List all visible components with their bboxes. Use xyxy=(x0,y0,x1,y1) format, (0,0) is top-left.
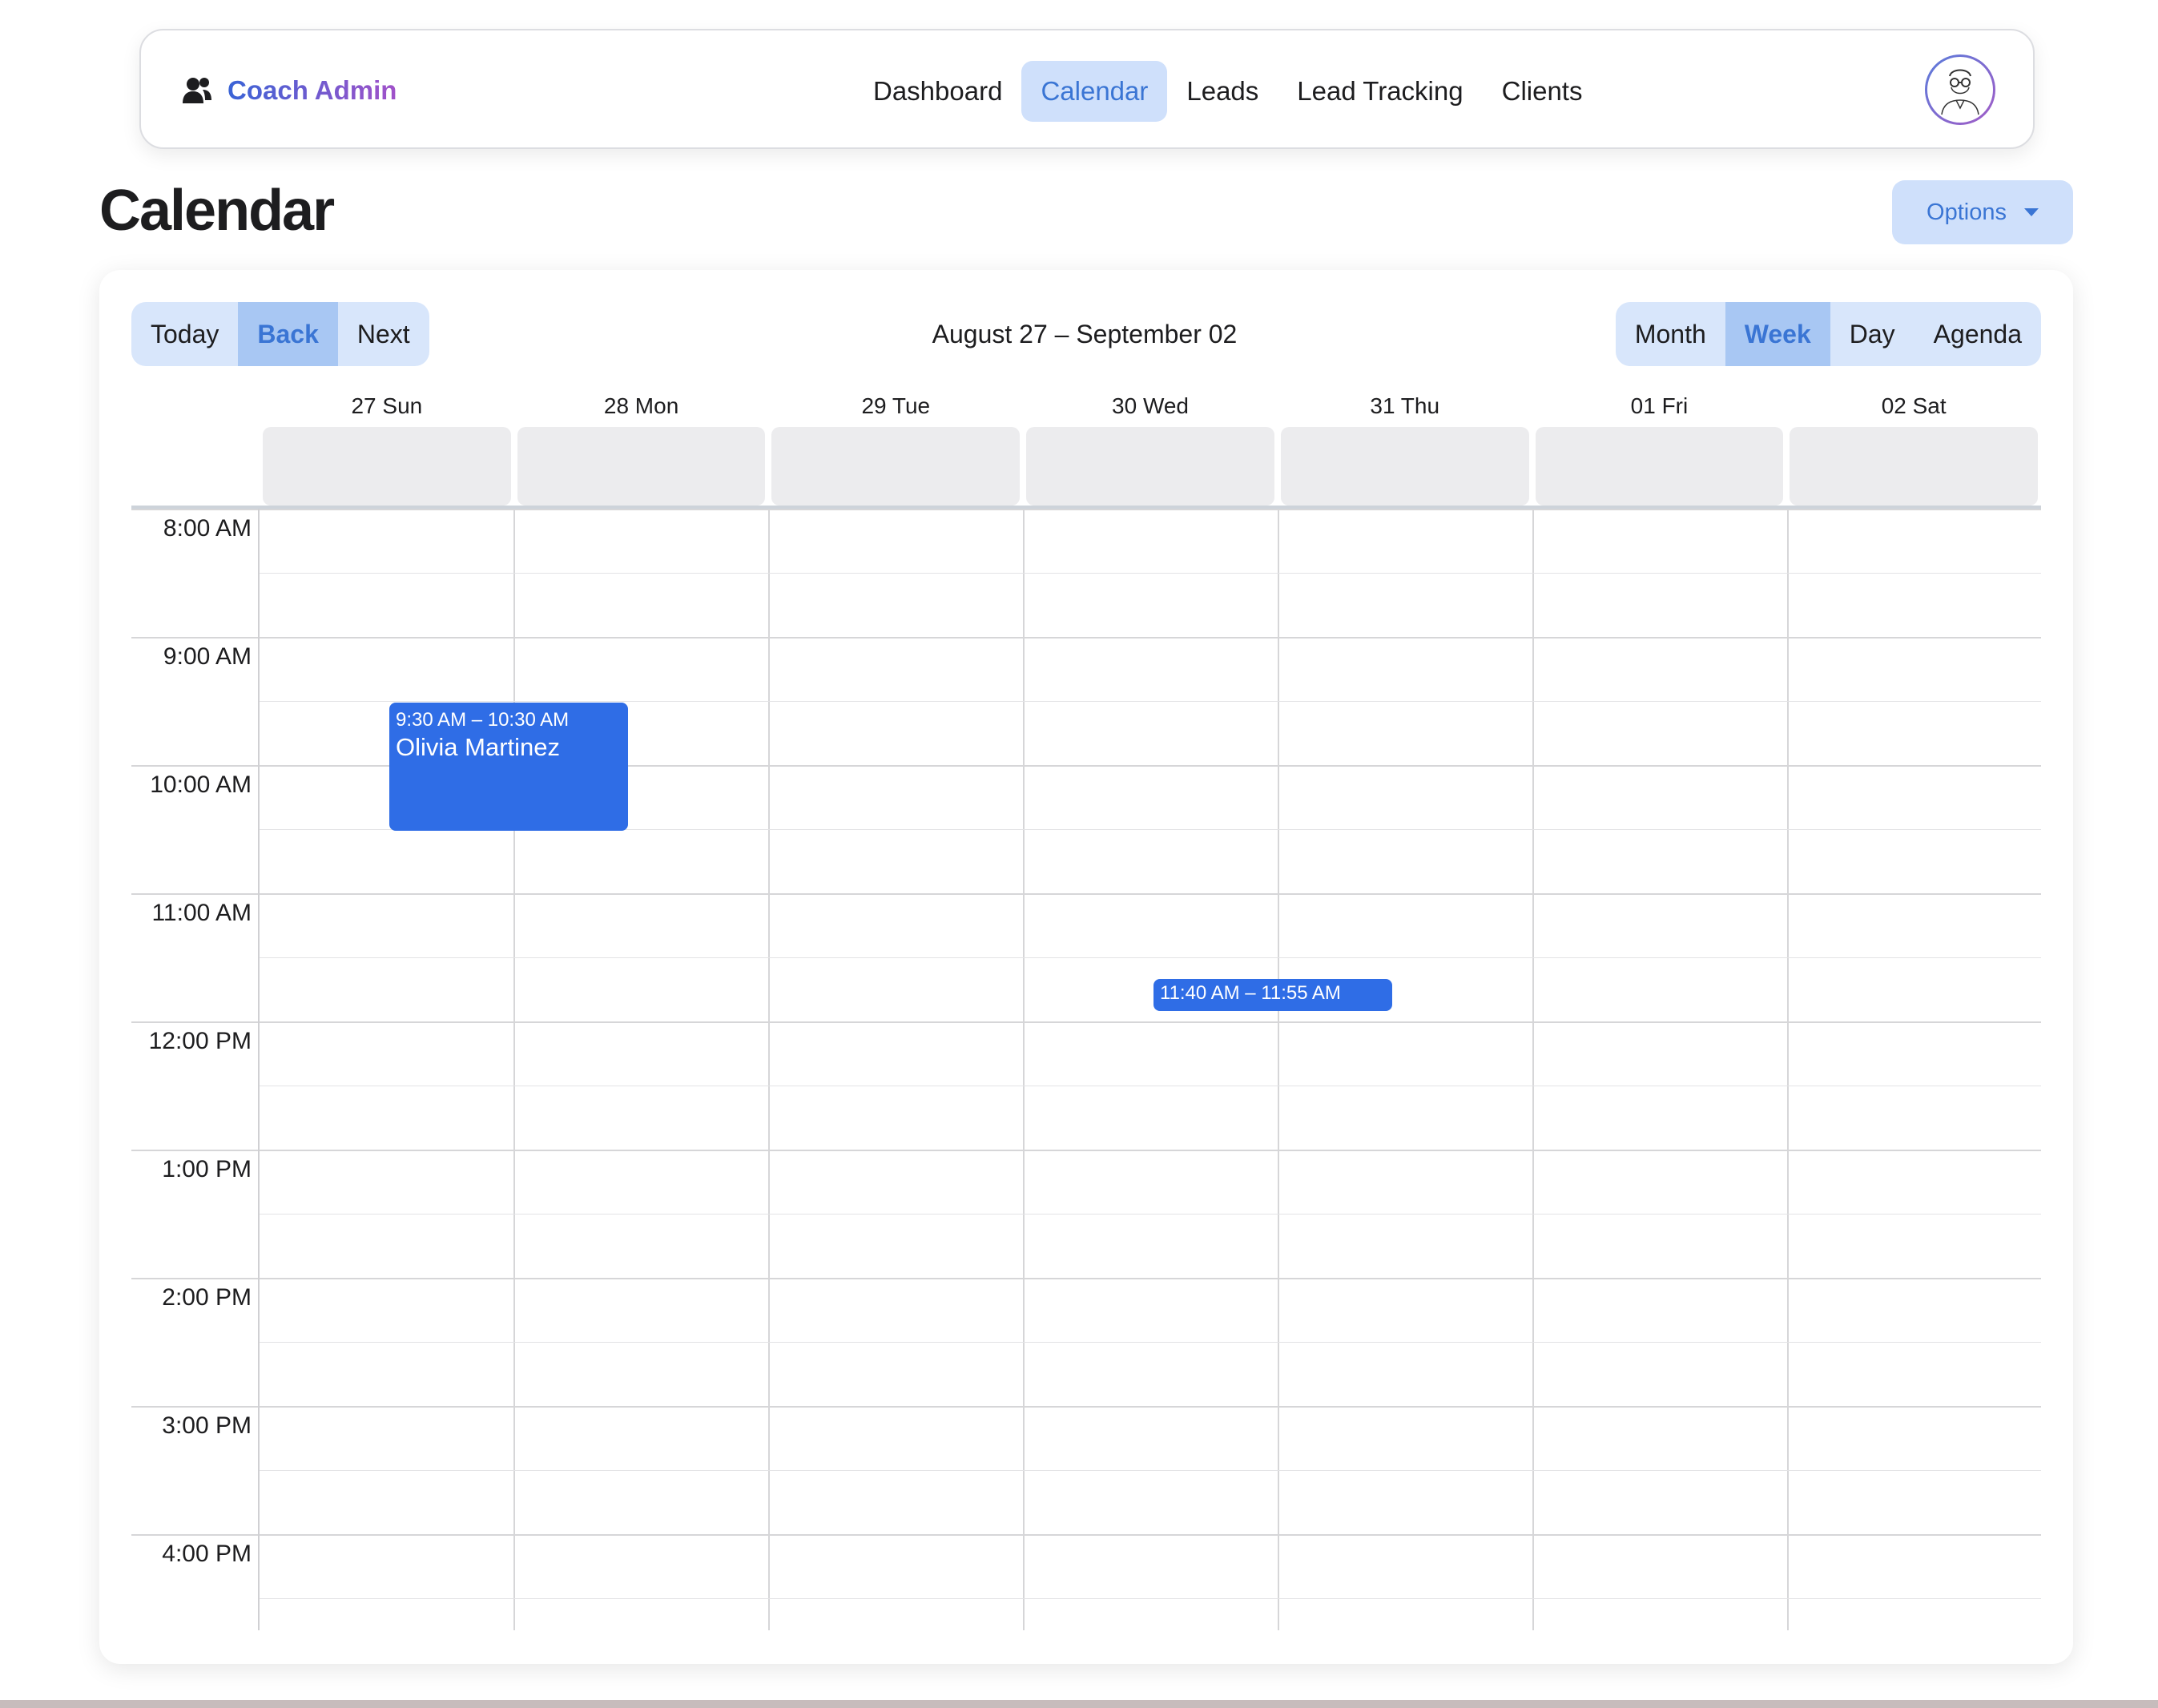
all-day-cell[interactable] xyxy=(263,427,511,506)
hour-gridline xyxy=(131,1021,2041,1023)
calendar-toolbar: August 27 – September 02 Today Back Next… xyxy=(131,302,2041,366)
options-label: Options xyxy=(1926,199,2007,225)
window-bottom-edge xyxy=(0,1700,2158,1708)
day-column-divider xyxy=(768,509,770,1630)
day-headers: 27 Sun 28 Mon 29 Tue 30 Wed 31 Thu 01 Fr… xyxy=(260,390,2041,422)
back-button[interactable]: Back xyxy=(238,302,338,366)
caret-down-icon xyxy=(2023,208,2039,216)
user-avatar-icon xyxy=(1927,57,1993,123)
day-header[interactable]: 02 Sat xyxy=(1786,390,2041,422)
time-grid[interactable]: 8:00 AM 9:00 AM 10:00 AM 11:00 AM 12:00 … xyxy=(131,509,2041,1630)
hour-gridline xyxy=(131,637,2041,638)
hour-gridline xyxy=(131,893,2041,895)
hour-gridline xyxy=(131,1534,2041,1536)
time-label: 8:00 AM xyxy=(163,515,252,542)
nav-link-dashboard[interactable]: Dashboard xyxy=(854,61,1021,122)
half-hour-gridline xyxy=(260,573,2041,574)
options-button[interactable]: Options xyxy=(1892,180,2073,244)
day-view-button[interactable]: Day xyxy=(1830,302,1914,366)
all-day-cell[interactable] xyxy=(1280,427,1529,506)
calendar-event[interactable]: 11:40 AM – 11:55 AM xyxy=(1153,979,1392,1011)
all-day-cell[interactable] xyxy=(771,427,1021,506)
brand[interactable]: Coach Admin xyxy=(181,30,397,151)
hour-gridline xyxy=(131,1406,2041,1408)
day-header[interactable]: 31 Thu xyxy=(1278,390,1532,422)
time-label: 1:00 PM xyxy=(162,1156,252,1182)
day-header[interactable]: 01 Fri xyxy=(1532,390,1787,422)
all-day-cell[interactable] xyxy=(517,427,766,506)
top-navbar: Coach Admin Dashboard Calendar Leads Lea… xyxy=(139,29,2035,149)
event-time: 11:40 AM – 11:55 AM xyxy=(1160,982,1341,1004)
event-time: 9:30 AM – 10:30 AM xyxy=(396,709,570,731)
half-hour-gridline xyxy=(260,957,2041,958)
week-grid: 27 Sun 28 Mon 29 Tue 30 Wed 31 Thu 01 Fr… xyxy=(131,390,2041,1632)
page-title: Calendar xyxy=(99,179,335,243)
all-day-cell[interactable] xyxy=(1790,427,2039,506)
day-column-divider xyxy=(1278,509,1279,1630)
time-gutter-divider xyxy=(258,509,260,1630)
half-hour-gridline xyxy=(260,701,2041,702)
time-label: 9:00 AM xyxy=(163,643,252,670)
all-day-cell[interactable] xyxy=(1026,427,1274,506)
view-button-group: Month Week Day Agenda xyxy=(1615,302,2041,366)
day-column-divider xyxy=(1787,509,1789,1630)
hour-gridline xyxy=(131,509,2041,510)
brand-name: Coach Admin xyxy=(227,75,397,105)
app-root: Coach Admin Dashboard Calendar Leads Lea… xyxy=(0,0,2158,1708)
all-day-row xyxy=(260,427,2041,506)
month-view-button[interactable]: Month xyxy=(1616,302,1725,366)
hour-gridline xyxy=(131,1150,2041,1151)
calendar-event[interactable]: 9:30 AM – 10:30 AM Olivia Martinez xyxy=(389,703,628,831)
next-button[interactable]: Next xyxy=(338,302,429,366)
week-view-button[interactable]: Week xyxy=(1725,302,1830,366)
time-label: 2:00 PM xyxy=(162,1284,252,1311)
half-hour-gridline xyxy=(260,1598,2041,1599)
nav-link-leads[interactable]: Leads xyxy=(1167,61,1278,122)
day-column-divider xyxy=(1532,509,1534,1630)
time-label: 4:00 PM xyxy=(162,1541,252,1567)
day-header[interactable]: 27 Sun xyxy=(260,390,514,422)
day-header[interactable]: 28 Mon xyxy=(514,390,769,422)
time-label: 10:00 AM xyxy=(150,771,252,798)
users-icon xyxy=(181,75,213,107)
event-title: Olivia Martinez xyxy=(396,733,560,761)
nav-link-calendar[interactable]: Calendar xyxy=(1021,61,1168,122)
agenda-view-button[interactable]: Agenda xyxy=(1914,302,2041,366)
time-label: 11:00 AM xyxy=(151,900,252,926)
nav-link-lead-tracking[interactable]: Lead Tracking xyxy=(1278,61,1482,122)
calendar-card: August 27 – September 02 Today Back Next… xyxy=(99,270,2073,1664)
day-header[interactable]: 29 Tue xyxy=(768,390,1023,422)
day-header[interactable]: 30 Wed xyxy=(1023,390,1278,422)
nav-link-clients[interactable]: Clients xyxy=(1483,61,1602,122)
hour-gridline xyxy=(131,1278,2041,1279)
day-column-divider xyxy=(1023,509,1025,1630)
avatar[interactable] xyxy=(1925,54,1995,125)
all-day-cell[interactable] xyxy=(1535,427,1784,506)
half-hour-gridline xyxy=(260,1214,2041,1215)
time-label: 12:00 PM xyxy=(148,1028,252,1054)
navigation-button-group: Today Back Next xyxy=(131,302,429,366)
half-hour-gridline xyxy=(260,1342,2041,1343)
today-button[interactable]: Today xyxy=(131,302,238,366)
nav-links: Dashboard Calendar Leads Lead Tracking C… xyxy=(854,61,1601,122)
time-label: 3:00 PM xyxy=(162,1412,252,1439)
day-column-divider xyxy=(513,509,515,1630)
half-hour-gridline xyxy=(260,1470,2041,1471)
